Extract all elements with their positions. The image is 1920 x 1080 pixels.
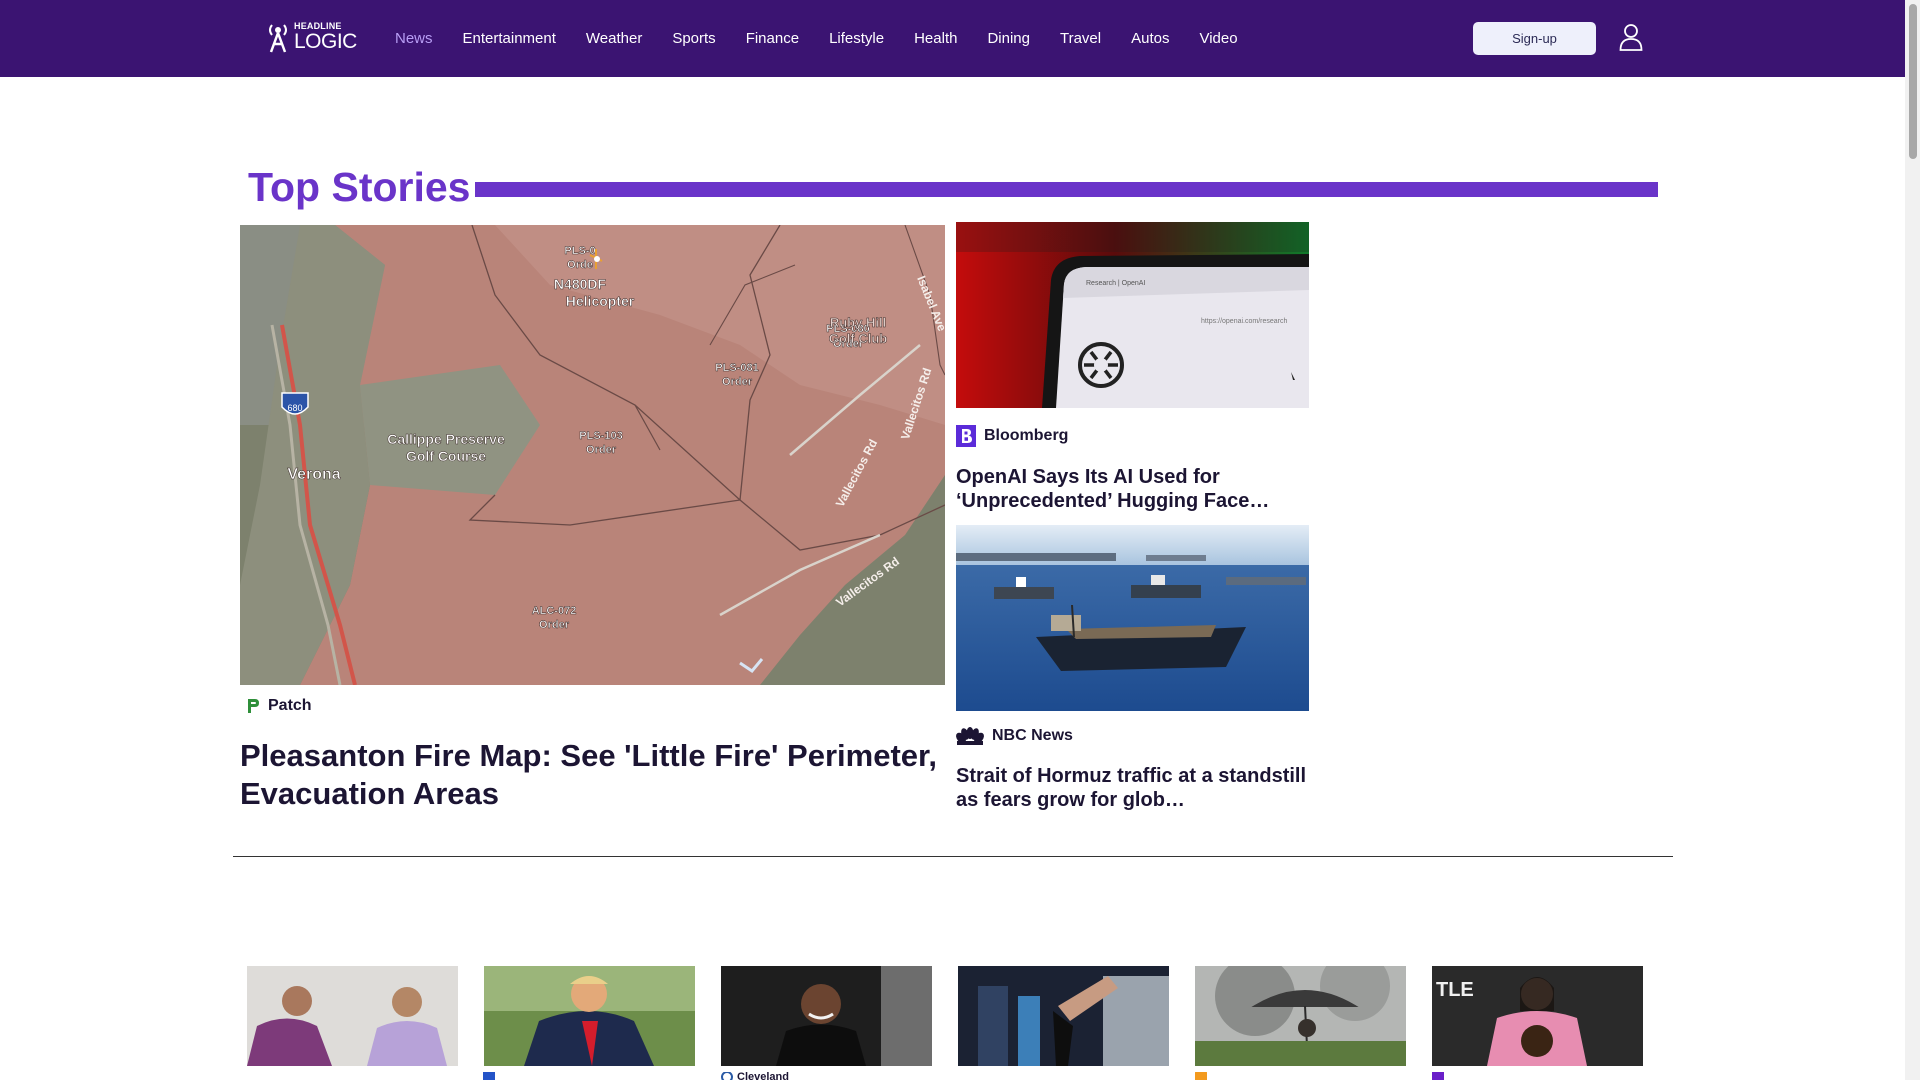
map-label-p081-1: PLS-081: [715, 362, 758, 374]
side-story-2-headline[interactable]: Strait of Hormuz traffic at a standstill…: [956, 764, 1309, 812]
story-thumbnail[interactable]: [247, 966, 458, 1066]
top-stories-heading: Top Stories: [248, 164, 471, 210]
nav-entertainment[interactable]: Entertainment: [463, 30, 556, 47]
patch-logo-icon: [248, 699, 259, 713]
thumbnail-source[interactable]: [1432, 1072, 1448, 1080]
map-label-ruby-1: Ruby Hill: [830, 315, 886, 330]
map-label-p103-1: PLS-103: [579, 430, 622, 442]
source-logo-icon: [1432, 1072, 1444, 1080]
hormuz-story-image[interactable]: [956, 525, 1309, 711]
nbc-peacock-icon: [956, 727, 984, 745]
map-label-heli-2: Helicopter: [566, 293, 635, 309]
nav-travel[interactable]: Travel: [1060, 30, 1101, 47]
antenna-logo-icon: [269, 24, 287, 53]
map-label-heli-1: N480DF: [554, 276, 607, 292]
source-name: Patch: [268, 697, 312, 714]
nav-lifestyle[interactable]: Lifestyle: [829, 30, 884, 47]
section-divider: [233, 856, 1673, 857]
main-story-source[interactable]: Patch: [246, 697, 312, 715]
main-story-headline[interactable]: Pleasanton Fire Map: See 'Little Fire' P…: [240, 737, 945, 813]
browser-tab-text: Research | OpenAI: [1086, 280, 1145, 287]
user-account-icon[interactable]: [1619, 23, 1643, 51]
map-label-p081-2: Order: [722, 376, 753, 388]
thumbnail-source[interactable]: Cleveland: [721, 1072, 789, 1080]
headline-logic-logo[interactable]: HEADLINE LOGIC: [267, 20, 357, 54]
openai-story-image[interactable]: Research | OpenAI https://openai.com/res…: [956, 222, 1309, 408]
side-story-1-source[interactable]: Bloomberg: [956, 425, 1068, 447]
map-label-verona: Verona: [287, 466, 340, 483]
nav-autos[interactable]: Autos: [1131, 30, 1169, 47]
side-story-2-source[interactable]: NBC News: [956, 727, 1073, 745]
source-logo-icon: [483, 1072, 495, 1080]
map-label-a072-1: ALC-072: [532, 605, 577, 617]
logo-bottom-text: LOGIC: [294, 30, 357, 53]
story-thumbnail[interactable]: [1195, 966, 1406, 1066]
nav-video[interactable]: Video: [1199, 30, 1237, 47]
nav-dining[interactable]: Dining: [987, 30, 1030, 47]
story-thumbnail[interactable]: [721, 966, 932, 1066]
story-thumbnail[interactable]: [958, 966, 1169, 1066]
map-label-calippe-2: Golf Course: [406, 448, 486, 464]
story-thumbnail[interactable]: TLE: [1432, 966, 1643, 1066]
bloomberg-logo-icon: [956, 425, 976, 447]
map-label-a072-2: Order: [539, 619, 570, 631]
map-label-p103-2: Order: [586, 444, 617, 456]
nav-finance[interactable]: Finance: [746, 30, 799, 47]
source-name: NBC News: [992, 727, 1073, 744]
source-name: Bloomberg: [984, 427, 1069, 444]
main-nav: News Entertainment Weather Sports Financ…: [395, 0, 1268, 77]
thumbnail-source[interactable]: [1195, 1072, 1211, 1080]
thumbnail-source-name: Cleveland: [737, 1072, 789, 1080]
story-thumbnail[interactable]: [484, 966, 695, 1066]
sign-up-button[interactable]: Sign-up: [1473, 22, 1596, 55]
heading-rule: [475, 182, 1658, 197]
source-logo-icon: [721, 1072, 733, 1080]
fire-map-image[interactable]: 680 N480DF Helicopter PLS-0 Orde PLS-081…: [240, 225, 945, 685]
nav-weather[interactable]: Weather: [586, 30, 642, 47]
map-label-pls-top-2: Orde: [567, 259, 593, 271]
map-label-ruby-2: Golf Club: [829, 331, 888, 346]
svg-text:TLE: TLE: [1436, 979, 1474, 1001]
interstate-number: 680: [287, 403, 302, 413]
side-story-1-headline[interactable]: OpenAI Says Its AI Used for ‘Unprecedent…: [956, 465, 1309, 513]
scrollbar-thumb[interactable]: [1909, 4, 1917, 159]
nav-health[interactable]: Health: [914, 30, 957, 47]
thumbnail-source[interactable]: [483, 1072, 499, 1080]
nav-sports[interactable]: Sports: [672, 30, 715, 47]
page-scrollbar[interactable]: [1905, 0, 1920, 1080]
browser-url-text: https://openai.com/research: [1201, 318, 1287, 325]
top-navigation-bar: HEADLINE LOGIC News Entertainment Weathe…: [0, 0, 1905, 77]
source-logo-icon: [1195, 1072, 1207, 1080]
interstate-shield-icon: 680: [281, 392, 309, 415]
nav-news[interactable]: News: [395, 30, 433, 47]
map-label-calippe-1: Callippe Preserve: [387, 431, 505, 447]
